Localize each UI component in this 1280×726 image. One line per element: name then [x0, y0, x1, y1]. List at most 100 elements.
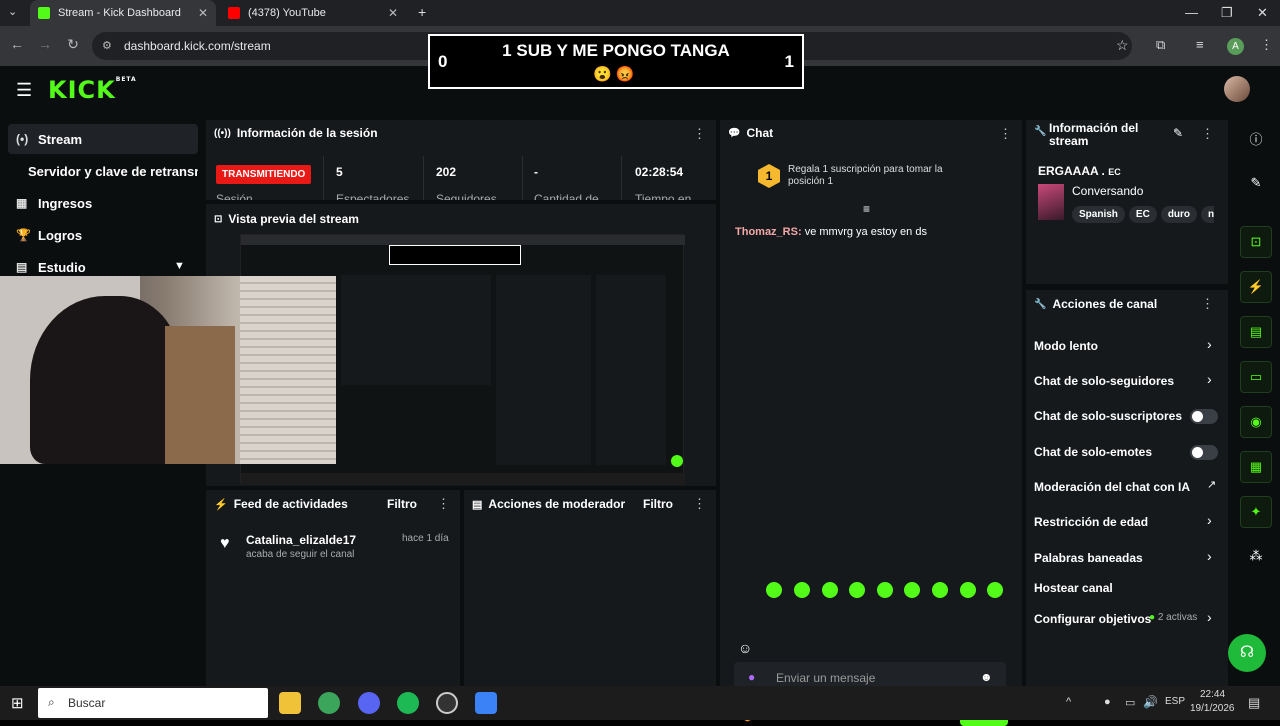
emote-icon[interactable]	[766, 582, 782, 598]
tab-youtube[interactable]: (4378) YouTube ✕	[220, 0, 406, 26]
emote-icon[interactable]	[932, 582, 948, 598]
sidebar-item-ingresos[interactable]: ▦ Ingresos	[8, 188, 198, 218]
subs-only-row[interactable]: Chat de solo-suscriptores	[1034, 409, 1182, 423]
info-icon[interactable]: ⓘ	[1240, 122, 1272, 154]
new-tab-icon[interactable]: +	[418, 4, 426, 20]
tag-chip[interactable]: n	[1201, 206, 1214, 223]
discord-icon[interactable]	[358, 692, 380, 714]
tab-search-icon[interactable]: ⌄	[8, 5, 17, 18]
age-restriction-row[interactable]: Restricción de edad	[1034, 515, 1148, 529]
more-options-icon[interactable]: ⋮	[1201, 126, 1214, 142]
tray-expand-icon[interactable]: ^	[1066, 696, 1071, 708]
host-channel-row[interactable]: Hostear canal	[1034, 581, 1113, 595]
forward-icon[interactable]: →	[36, 36, 54, 52]
close-tab-icon[interactable]: ✕	[198, 6, 208, 20]
followers-only-row[interactable]: Chat de solo-seguidores	[1034, 374, 1174, 388]
media-icon[interactable]: ≡	[1196, 37, 1204, 52]
scan-icon[interactable]: ⊡	[1240, 226, 1272, 258]
more-options-icon[interactable]: ⋮	[1201, 296, 1214, 312]
tag-chip[interactable]: Spanish	[1072, 206, 1125, 223]
minimize-icon[interactable]: —	[1185, 5, 1198, 20]
sidebar-item-server-key[interactable]: Servidor y clave de retransm	[8, 156, 198, 186]
hamburger-menu-icon[interactable]: ☰	[16, 80, 32, 101]
chevron-right-icon[interactable]: ›	[1207, 336, 1212, 352]
clock-time[interactable]: 22:44	[1200, 689, 1225, 700]
slow-mode-row[interactable]: Modo lento	[1034, 339, 1098, 353]
chevron-right-icon[interactable]: ›	[1207, 548, 1212, 564]
more-options-icon[interactable]: ⋮	[999, 126, 1012, 142]
wrench-icon[interactable]: ✦	[1240, 496, 1272, 528]
emote-icon[interactable]	[987, 582, 1003, 598]
microphone-tray-icon[interactable]: ●	[1104, 696, 1111, 708]
chat-icon[interactable]: ▭	[1240, 361, 1272, 393]
layout-icon[interactable]: ▦	[1240, 451, 1272, 483]
banned-words-row[interactable]: Palabras baneadas	[1034, 551, 1143, 565]
spotify-icon[interactable]	[397, 692, 419, 714]
windows-start-icon[interactable]: ⊞	[11, 694, 24, 712]
kick-logo[interactable]: KICKBETA	[48, 76, 137, 104]
close-tab-icon[interactable]: ✕	[388, 6, 398, 20]
notes-icon[interactable]: ▤	[1240, 316, 1272, 348]
reload-icon[interactable]: ↻	[64, 36, 82, 53]
profile-avatar[interactable]: A	[1227, 38, 1244, 55]
shapes-icon[interactable]: ⁂	[1240, 540, 1272, 572]
chat-username[interactable]: Thomaz_RS:	[735, 226, 802, 238]
feed-item-user[interactable]: Catalina_elizalde17	[246, 533, 356, 547]
configure-goals-row[interactable]: Configurar objetivos	[1034, 612, 1151, 626]
chevron-right-icon[interactable]: ›	[1207, 512, 1212, 528]
extensions-icon[interactable]: ⧉	[1156, 37, 1165, 53]
edit-icon[interactable]: ✎	[1240, 167, 1272, 199]
emote-icon[interactable]	[849, 582, 865, 598]
emote-icon[interactable]	[877, 582, 893, 598]
emoji-picker-icon[interactable]: ☻	[980, 670, 993, 684]
network-icon[interactable]: ▭	[1125, 696, 1135, 709]
chevron-right-icon[interactable]: ›	[1207, 609, 1212, 625]
volume-icon[interactable]: 🔊	[1143, 695, 1158, 709]
file-explorer-icon[interactable]	[279, 692, 301, 714]
sidebar-item-logros[interactable]: 🏆 Logros	[8, 220, 198, 250]
taskbar-search[interactable]: ⌕ Buscar	[38, 688, 268, 718]
microphone-icon[interactable]: ●	[748, 670, 755, 684]
more-options-icon[interactable]: ⋮	[437, 496, 450, 512]
broadcast-icon[interactable]: ◉	[1240, 406, 1272, 438]
tag-chip[interactable]: duro	[1160, 206, 1198, 223]
more-options-icon[interactable]: ⋮	[693, 126, 706, 142]
site-info-icon[interactable]: ⚙	[102, 39, 112, 52]
app-icon[interactable]	[475, 692, 497, 714]
chevron-right-icon[interactable]: ›	[1207, 371, 1212, 387]
external-link-icon[interactable]: ↗	[1207, 478, 1216, 491]
ai-moderation-row[interactable]: Moderación del chat con IA	[1034, 480, 1190, 494]
sidebar-item-stream[interactable]: (•) Stream	[8, 124, 198, 154]
browser-menu-icon[interactable]: ⋮	[1260, 37, 1273, 53]
clock-date[interactable]: 19/1/2026	[1190, 703, 1235, 714]
pinned-toggle-icon[interactable]: ≡	[863, 202, 870, 216]
emote-icon[interactable]	[794, 582, 810, 598]
close-window-icon[interactable]: ✕	[1257, 5, 1268, 21]
subs-only-toggle[interactable]	[1190, 409, 1218, 424]
gift-prompt-text[interactable]: Regala 1 suscripción para tomar la posic…	[788, 164, 978, 188]
mod-filter-button[interactable]: Filtro	[643, 497, 673, 511]
lightning-icon[interactable]: ⚡	[1240, 271, 1272, 303]
notifications-icon[interactable]: ▤	[1248, 695, 1260, 711]
user-avatar[interactable]	[1224, 76, 1250, 102]
emotes-only-row[interactable]: Chat de solo-emotes	[1034, 445, 1152, 459]
support-headset-icon[interactable]: ☊	[1228, 634, 1266, 672]
category-name[interactable]: Conversando	[1072, 184, 1143, 198]
category-thumbnail[interactable]	[1038, 184, 1064, 220]
emote-icon[interactable]	[904, 582, 920, 598]
chevron-down-icon[interactable]: ▼	[174, 260, 185, 272]
obs-icon[interactable]	[436, 692, 458, 714]
emote-icon[interactable]	[960, 582, 976, 598]
edit-pencil-icon[interactable]: ✎	[1173, 126, 1183, 140]
language-indicator[interactable]: ESP	[1165, 696, 1185, 707]
more-options-icon[interactable]: ⋮	[693, 496, 706, 512]
tab-kick-dashboard[interactable]: Stream - Kick Dashboard ✕	[30, 0, 216, 26]
kick-emote-icon[interactable]: ☺	[738, 640, 758, 660]
maximize-icon[interactable]: ❐	[1221, 5, 1233, 21]
feed-filter-button[interactable]: Filtro	[387, 497, 417, 511]
bookmark-star-icon[interactable]: ☆	[1116, 37, 1129, 54]
chrome-icon[interactable]	[318, 692, 340, 714]
back-icon[interactable]: ←	[8, 36, 26, 52]
tag-chip[interactable]: EC	[1128, 206, 1157, 223]
emotes-only-toggle[interactable]	[1190, 445, 1218, 460]
